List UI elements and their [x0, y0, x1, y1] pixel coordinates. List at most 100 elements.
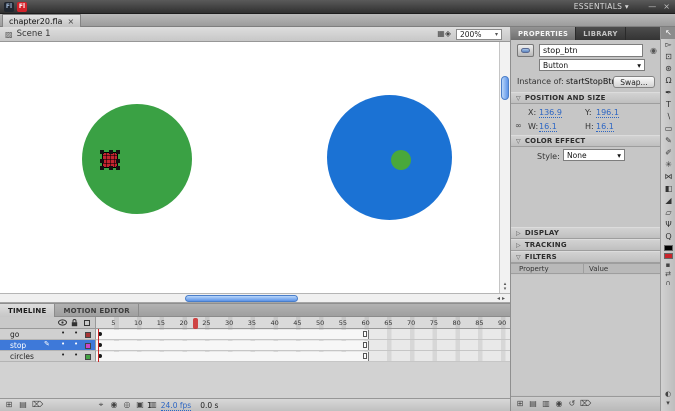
document-tab[interactable]: chapter20.fla × — [2, 14, 81, 27]
frame-number-35[interactable]: 35 — [248, 319, 256, 327]
frame-span[interactable] — [96, 330, 369, 339]
small-green-circle[interactable] — [391, 150, 411, 170]
layer-outline-color-swatch[interactable] — [85, 354, 91, 360]
stage-canvas[interactable] — [0, 42, 499, 293]
brush-tool[interactable]: ✐ — [661, 147, 675, 159]
instance-name-input[interactable] — [539, 44, 643, 57]
style-dropdown[interactable]: None ▾ — [563, 149, 625, 161]
layer-name[interactable]: go — [10, 330, 19, 339]
panel-options-icon[interactable]: ◉ — [650, 46, 657, 55]
vertical-scrollbar-thumb[interactable] — [501, 76, 509, 100]
horizontal-scrollbar[interactable]: ◂▸ — [0, 293, 510, 303]
close-tab-icon[interactable]: × — [67, 17, 74, 26]
x-value[interactable]: 136.9 — [539, 108, 562, 118]
frame-number-5[interactable]: 5 — [111, 319, 115, 327]
green-circle[interactable] — [82, 104, 192, 214]
lasso-tool[interactable]: Ω — [661, 75, 675, 87]
frames-row-stop[interactable] — [96, 340, 510, 351]
section-filters[interactable]: ▽ FILTERS — [511, 251, 660, 263]
section-display[interactable]: ▷ DISPLAY — [511, 227, 660, 239]
text-tool[interactable]: T — [661, 99, 675, 111]
frame-number-40[interactable]: 40 — [270, 319, 278, 327]
layer-name[interactable]: stop — [10, 341, 26, 350]
frame-number-15[interactable]: 15 — [157, 319, 165, 327]
layer-stop[interactable]: stop✎•• — [0, 340, 96, 351]
horizontal-scrollbar-thumb[interactable] — [185, 295, 298, 302]
eyedropper-tool[interactable]: ◢ — [661, 195, 675, 207]
zoom-level-field[interactable]: 200% ▾ — [456, 29, 502, 40]
onion-skin-icon[interactable]: ◉ — [109, 400, 119, 410]
zoom-tool[interactable]: Q — [661, 231, 675, 243]
eraser-tool[interactable]: ▱ — [661, 207, 675, 219]
frame-number-65[interactable]: 65 — [384, 319, 392, 327]
snap-magnet-icon[interactable]: ∩ — [661, 279, 675, 288]
selection-handle[interactable] — [100, 166, 104, 170]
onion-skin-outlines-icon[interactable]: ◎ — [122, 400, 132, 410]
layer-lock-dot[interactable]: • — [74, 340, 78, 348]
new-layer-icon[interactable]: ⊞ — [4, 400, 14, 410]
frame-number-70[interactable]: 70 — [407, 319, 415, 327]
pen-tool[interactable]: ✒ — [661, 87, 675, 99]
selection-handle[interactable] — [109, 150, 113, 154]
section-position-and-size[interactable]: ▽ POSITION AND SIZE — [511, 92, 660, 104]
section-color-effect[interactable]: ▽ COLOR EFFECT — [511, 135, 660, 147]
layer-visibility-dot[interactable]: • — [61, 329, 65, 337]
layer-lock-dot[interactable]: • — [74, 351, 78, 359]
outline-mode-icon[interactable] — [84, 320, 90, 326]
frame-number-80[interactable]: 80 — [452, 319, 460, 327]
layer-visibility-dot[interactable]: • — [61, 351, 65, 359]
scroll-arrows[interactable]: ▴▾ — [500, 282, 510, 292]
edit-symbols-icon[interactable]: ◈ — [445, 29, 451, 38]
frame-number-50[interactable]: 50 — [316, 319, 324, 327]
subselection-tool[interactable]: ▻ — [661, 39, 675, 51]
delete-filter-icon[interactable]: ⌦ — [580, 399, 590, 409]
frame-number-60[interactable]: 60 — [361, 319, 369, 327]
layer-lock-dot[interactable]: • — [74, 329, 78, 337]
tab-library[interactable]: LIBRARY — [576, 27, 625, 40]
deco-tool[interactable]: ✳ — [661, 159, 675, 171]
frame-number-90[interactable]: 90 — [498, 319, 506, 327]
layer-outline-color-swatch[interactable] — [85, 343, 91, 349]
3d-rotation-tool[interactable]: ⊛ — [661, 63, 675, 75]
frame-number-75[interactable]: 75 — [430, 319, 438, 327]
y-value[interactable]: 196.1 — [596, 108, 619, 118]
frame-number-85[interactable]: 85 — [475, 319, 483, 327]
tab-properties[interactable]: PROPERTIES — [511, 27, 576, 40]
edit-multiple-frames-icon[interactable]: ▣ — [135, 400, 145, 410]
section-tracking[interactable]: ▷ TRACKING — [511, 239, 660, 251]
vertical-scrollbar[interactable]: ▴▾ — [499, 42, 510, 293]
w-value[interactable]: 16.1 — [539, 122, 557, 132]
fill-color-swatch[interactable] — [664, 253, 673, 259]
frame-number-30[interactable]: 30 — [225, 319, 233, 327]
h-value[interactable]: 16.1 — [596, 122, 614, 132]
line-tool[interactable]: ∖ — [661, 111, 675, 123]
close-button[interactable]: × — [663, 2, 670, 11]
eye-icon[interactable] — [58, 319, 67, 328]
blue-circle[interactable] — [327, 95, 452, 220]
presets-icon[interactable]: ▤ — [528, 399, 538, 409]
minimize-button[interactable]: — — [648, 2, 656, 11]
layer-circles[interactable]: circles•• — [0, 351, 96, 362]
add-filter-icon[interactable]: ⊞ — [515, 399, 525, 409]
paint-bucket-tool[interactable]: ◧ — [661, 183, 675, 195]
tool-options-icon-2[interactable]: ▾ — [661, 399, 675, 408]
tab-timeline[interactable]: TIMELINE — [0, 304, 55, 317]
frame-rate-value[interactable]: 24.0 fps — [161, 401, 191, 411]
hand-tool[interactable]: Ψ — [661, 219, 675, 231]
symbol-type-dropdown[interactable]: Button ▾ — [539, 59, 645, 71]
pencil-tool[interactable]: ✎ — [661, 135, 675, 147]
selection-tool[interactable]: ↖ — [661, 27, 675, 39]
tab-motion-editor[interactable]: MOTION EDITOR — [55, 304, 138, 317]
layer-go[interactable]: go • • — [0, 329, 96, 340]
frame-number-25[interactable]: 25 — [202, 319, 210, 327]
selection-handle[interactable] — [116, 150, 120, 154]
playhead[interactable] — [193, 318, 198, 329]
clipboard-icon[interactable]: ▥ — [541, 399, 551, 409]
frames-grid[interactable] — [96, 329, 510, 362]
reset-filter-icon[interactable]: ↺ — [567, 399, 577, 409]
rectangle-tool[interactable]: ▭ — [661, 123, 675, 135]
frames-row-go[interactable] — [96, 329, 510, 340]
selection-handle[interactable] — [100, 159, 104, 163]
frame-span[interactable] — [96, 341, 369, 350]
scroll-arrows[interactable]: ◂▸ — [497, 295, 507, 302]
